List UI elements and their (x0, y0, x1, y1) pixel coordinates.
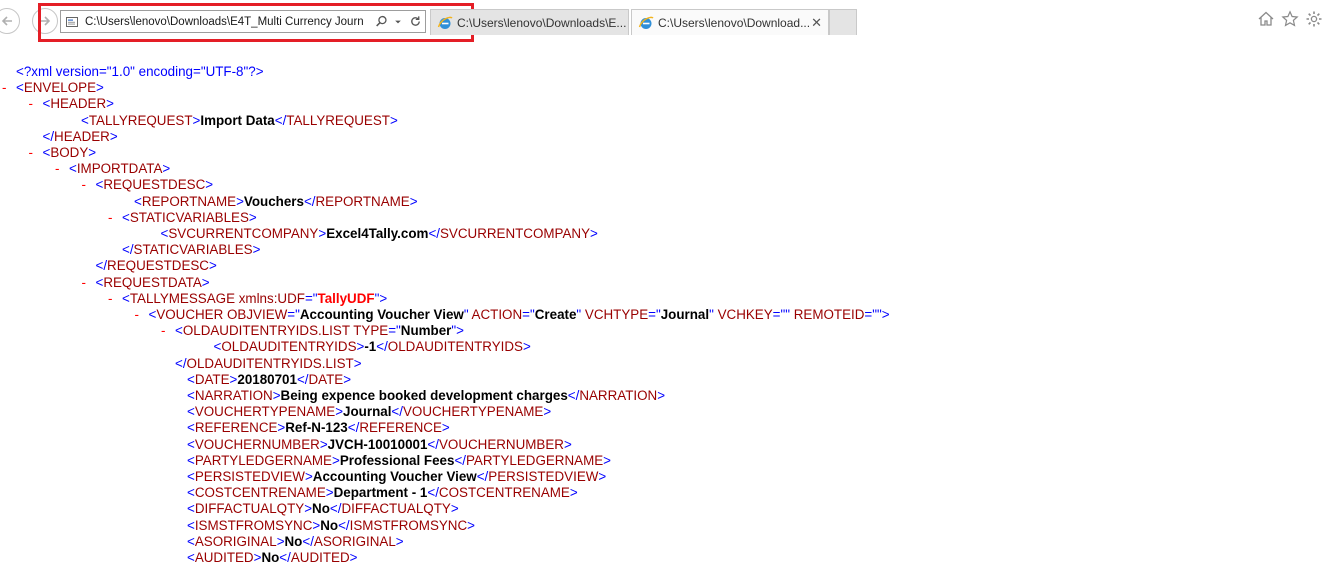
tab-2-active[interactable]: C:\Users\lenovo\Download... ✕ (631, 9, 829, 35)
xml-line[interactable]: - <TALLYMESSAGE xmlns:UDF="TallyUDF"> (108, 291, 387, 307)
xml-line: <SVCURRENTCOMPANY>Excel4Tally.com</SVCUR… (160, 226, 598, 241)
new-tab-button[interactable] (829, 9, 857, 35)
xml-line[interactable]: - <BODY> (29, 145, 97, 161)
xml-line[interactable]: - <IMPORTDATA> (55, 161, 170, 177)
xml-line: <NARRATION>Being expence booked developm… (187, 388, 666, 403)
collapse-toggle[interactable]: - (2, 80, 6, 96)
xml-line: </OLDAUDITENTRYIDS.LIST> (175, 355, 362, 371)
collapse-toggle[interactable]: - (55, 161, 59, 177)
xml-line: <DATE>20180701</DATE> (187, 371, 352, 387)
xml-line: <OLDAUDITENTRYIDS>-1</OLDAUDITENTRYIDS> (213, 339, 531, 355)
xml-line: <DIFFACTUALQTY>No</DIFFACTUALQTY> (187, 501, 459, 517)
collapse-toggle[interactable]: - (161, 323, 165, 339)
ie-icon (437, 16, 453, 29)
xml-line: <COSTCENTRENAME>Department - 1</COSTCENT… (187, 485, 578, 501)
collapse-toggle[interactable]: - (29, 145, 33, 161)
tab-1-title: C:\Users\lenovo\Downloads\E... (457, 15, 627, 30)
xml-declaration: <?xml version="1.0" encoding="UTF-8"?> (16, 64, 264, 79)
gear-icon[interactable] (1305, 10, 1323, 28)
xml-line: <VOUCHERTYPENAME>Journal</VOUCHERTYPENAM… (187, 404, 552, 420)
tab-1[interactable]: C:\Users\lenovo\Downloads\E... (430, 9, 629, 35)
close-icon[interactable]: ✕ (811, 15, 822, 31)
xml-line: </REQUESTDESC> (95, 258, 217, 274)
star-icon[interactable] (1281, 10, 1299, 28)
xml-line: <REFERENCE>Ref-N-123</REFERENCE> (187, 420, 450, 436)
back-button[interactable] (0, 8, 20, 34)
tab-2-title: C:\Users\lenovo\Download... (658, 15, 811, 30)
xml-line: <VOUCHERNUMBER>JVCH-10010001</VOUCHERNUM… (187, 436, 572, 452)
collapse-toggle[interactable]: - (82, 177, 86, 193)
xml-line: <PERSISTEDVIEW>Accounting Voucher View</… (187, 469, 607, 484)
xml-line[interactable]: - <VOUCHER OBJVIEW="Accounting Voucher Vi… (135, 307, 890, 323)
xml-line: </STATICVARIABLES> (122, 242, 261, 258)
xml-line[interactable]: - <ENVELOPE> (2, 80, 104, 96)
xml-line: <ISMSTFROMSYNC>No</ISMSTFROMSYNC> (187, 517, 475, 533)
xml-line[interactable]: - <REQUESTDESC> (82, 177, 214, 193)
xml-line[interactable]: - <STATICVARIABLES> (108, 210, 257, 226)
xml-line: <REPORTNAME>Vouchers</REPORTNAME> (134, 193, 418, 209)
xml-line[interactable]: - <REQUESTDATA> (82, 275, 210, 291)
xml-line: <AUDITED>No</AUDITED> (187, 550, 358, 565)
collapse-toggle[interactable]: - (82, 275, 86, 291)
xml-line: <TALLYREQUEST>Import Data</TALLYREQUEST> (81, 112, 398, 128)
xml-line: <ASORIGINAL>No</ASORIGINAL> (187, 533, 404, 549)
ie-icon (638, 16, 654, 29)
back-icon (1, 16, 12, 26)
xml-line: </HEADER> (42, 128, 118, 144)
home-icon[interactable] (1257, 10, 1275, 28)
collapse-toggle[interactable]: - (29, 96, 33, 112)
address-bar-highlight (38, 3, 474, 42)
collapse-toggle[interactable]: - (135, 307, 139, 323)
collapse-toggle[interactable]: - (108, 210, 112, 226)
collapse-toggle[interactable]: - (108, 291, 112, 307)
xml-line: <PARTYLEDGERNAME>Professional Fees</PART… (187, 452, 611, 468)
xml-line[interactable]: - <HEADER> (29, 96, 114, 112)
xml-line[interactable]: - <OLDAUDITENTRYIDS.LIST TYPE="Number"> (161, 323, 464, 339)
